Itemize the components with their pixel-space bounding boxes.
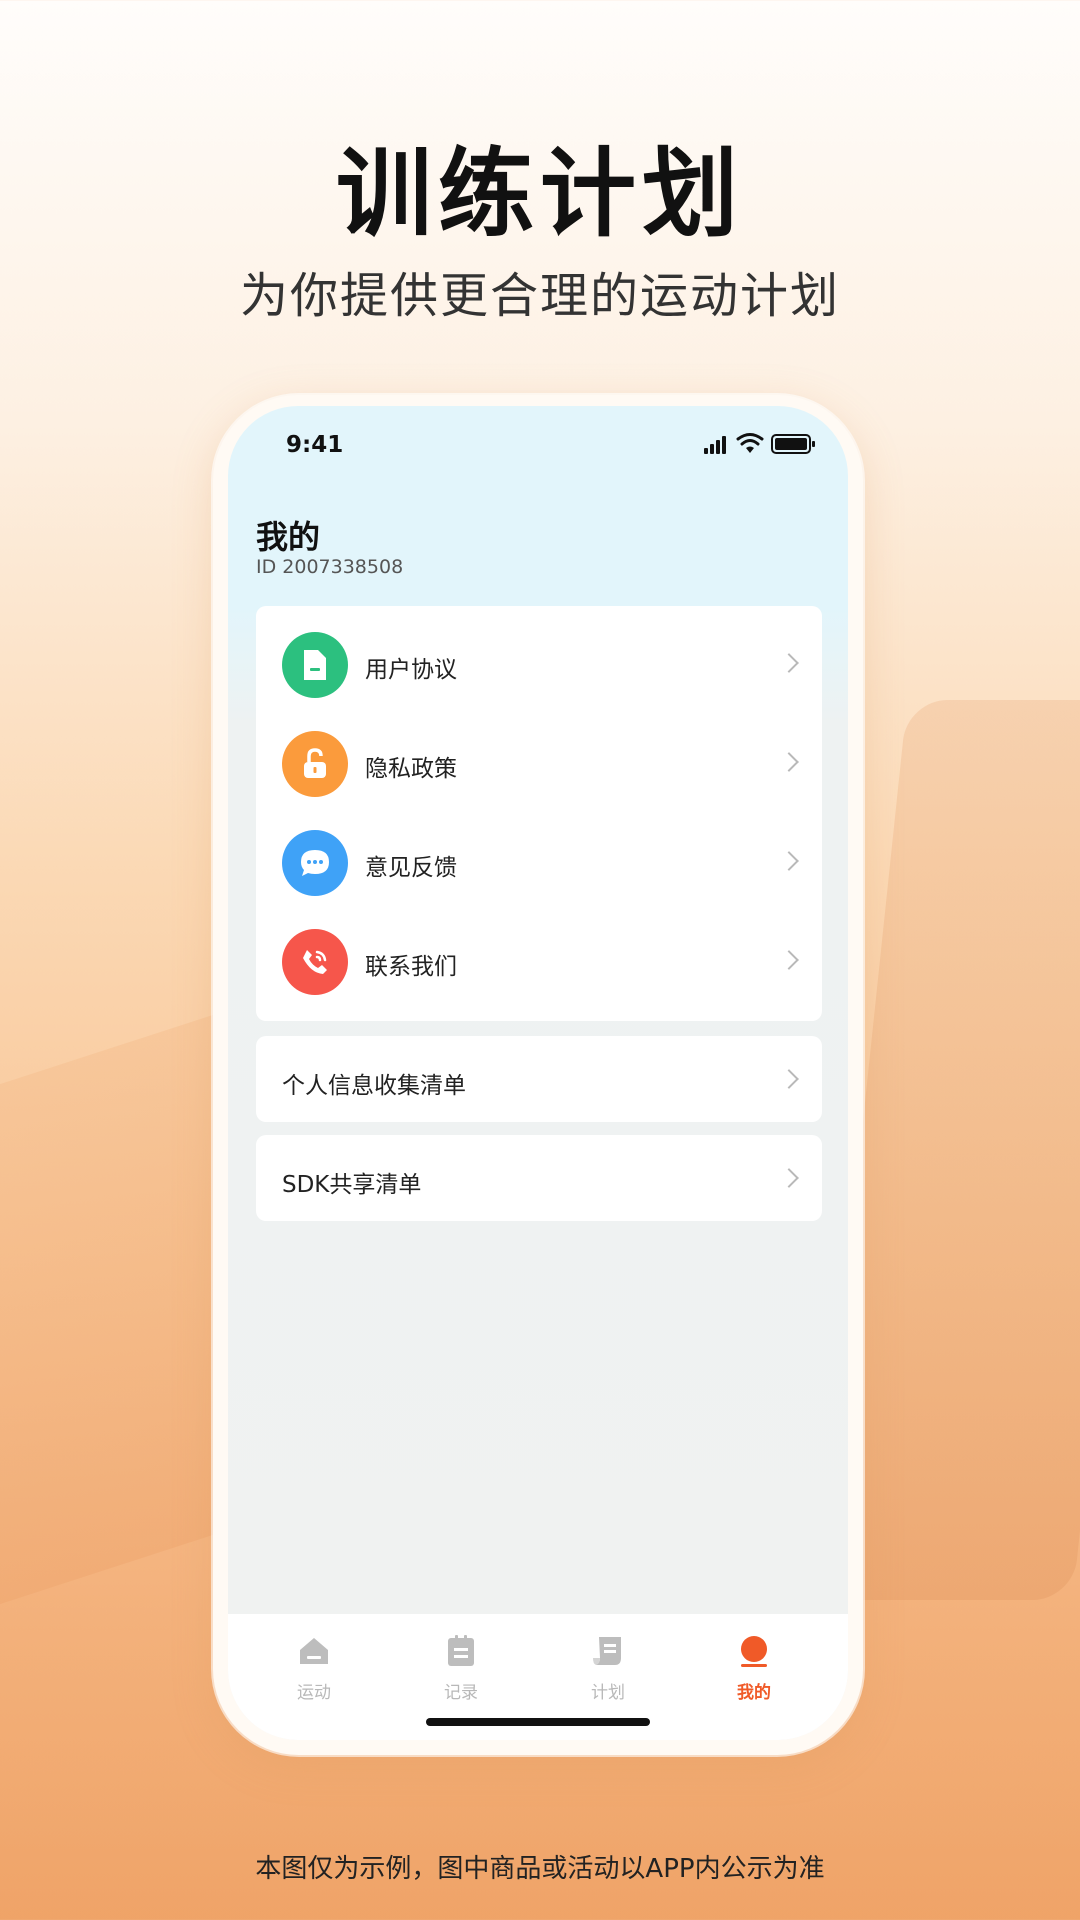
personal-info-list-label: 个人信息收集清单 <box>282 1073 466 1099</box>
chevron-right-icon <box>779 1069 799 1089</box>
menu-item-label: 联系我们 <box>365 954 457 980</box>
phone-icon <box>282 929 348 995</box>
signal-icon <box>704 436 726 454</box>
menu-item-user-agreement[interactable]: 用户协议 <box>256 614 822 713</box>
chevron-right-icon <box>779 950 799 970</box>
status-icons <box>704 433 815 454</box>
battery-icon <box>771 434 815 454</box>
status-time: 9:41 <box>286 432 344 458</box>
promo-headline: 训练计划 <box>336 138 744 250</box>
tab-label: 计划 <box>591 1683 625 1703</box>
menu-item-feedback[interactable]: 意见反馈 <box>256 812 822 911</box>
tab-mine[interactable]: 我的 <box>704 1634 804 1714</box>
chevron-right-icon <box>779 752 799 772</box>
disclaimer-text: 本图仅为示例，图中商品或活动以APP内公示为准 <box>255 1854 825 1884</box>
house-icon <box>300 1638 328 1664</box>
profile-dot-icon <box>741 1636 767 1667</box>
tab-sport[interactable]: 运动 <box>264 1634 364 1714</box>
page-title: 我的 <box>256 518 321 556</box>
user-id: ID 2007338508 <box>256 556 404 578</box>
tab-label: 运动 <box>297 1683 331 1703</box>
personal-info-list-item[interactable]: 个人信息收集清单 <box>256 1036 822 1122</box>
sdk-share-list-item[interactable]: SDK共享清单 <box>256 1135 822 1221</box>
unlock-icon <box>282 731 348 797</box>
sdk-share-list-label: SDK共享清单 <box>282 1172 422 1198</box>
chevron-right-icon <box>779 1168 799 1188</box>
clipboard-icon <box>448 1635 474 1666</box>
chevron-right-icon <box>779 851 799 871</box>
chevron-right-icon <box>779 653 799 673</box>
document-icon <box>282 632 348 698</box>
phone-screen: 9:41 我的 ID 2007338508 用户协议 隐私政策 意见反馈 联系我… <box>228 406 848 1740</box>
menu-item-contact-us[interactable]: 联系我们 <box>256 911 822 1010</box>
tab-label: 我的 <box>737 1683 771 1703</box>
tab-plan[interactable]: 计划 <box>558 1634 658 1714</box>
promo-subheadline: 为你提供更合理的运动计划 <box>239 268 840 324</box>
tab-records[interactable]: 记录 <box>411 1634 511 1714</box>
menu-item-label: 意见反馈 <box>365 855 457 881</box>
home-indicator <box>426 1718 650 1726</box>
status-bar: 9:41 <box>228 406 848 486</box>
settings-menu-card: 用户协议 隐私政策 意见反馈 联系我们 <box>256 606 822 1021</box>
tab-label: 记录 <box>444 1683 478 1703</box>
scroll-icon <box>593 1637 621 1665</box>
menu-item-privacy-policy[interactable]: 隐私政策 <box>256 713 822 812</box>
wifi-icon <box>736 433 764 453</box>
menu-item-label: 隐私政策 <box>365 756 457 782</box>
menu-item-label: 用户协议 <box>365 657 457 683</box>
chat-bubble-icon <box>282 830 348 896</box>
